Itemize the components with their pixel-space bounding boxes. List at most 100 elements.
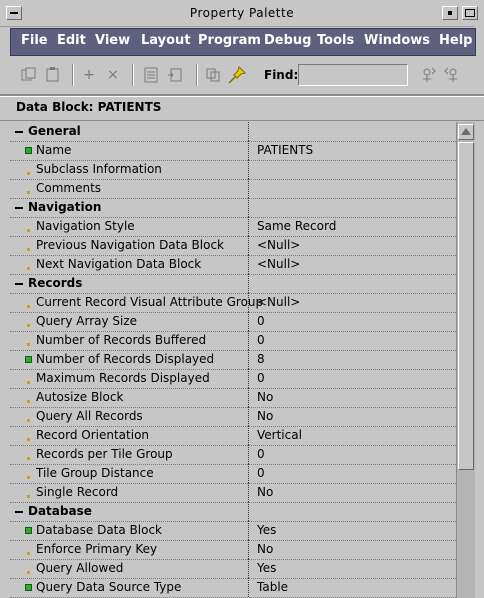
default-marker-icon xyxy=(27,419,30,422)
category-navigation[interactable]: Navigation xyxy=(10,198,456,218)
category-general[interactable]: General xyxy=(10,122,456,142)
category-database[interactable]: Database xyxy=(10,502,456,522)
default-marker-icon xyxy=(27,324,30,327)
category-records[interactable]: Records xyxy=(10,274,456,294)
property-value[interactable]: <Null> xyxy=(257,238,300,252)
menu-file[interactable]: File xyxy=(21,33,48,48)
menu-view[interactable]: View xyxy=(95,33,130,48)
property-class-icon[interactable] xyxy=(142,66,160,84)
add-property-icon[interactable]: + xyxy=(80,66,98,84)
toolbar-separator xyxy=(72,64,74,86)
property-row-next-navigation-data-block[interactable]: Next Navigation Data Block <Null> xyxy=(10,255,456,275)
property-label: Comments xyxy=(36,181,102,195)
collapse-icon[interactable] xyxy=(15,131,23,133)
changed-marker-icon xyxy=(25,527,32,534)
property-row-single-record[interactable]: Single Record No xyxy=(10,483,456,503)
find-forward-icon[interactable] xyxy=(418,66,436,84)
property-value[interactable]: 0 xyxy=(257,371,265,385)
collapse-icon[interactable] xyxy=(15,283,23,285)
name-cell: Enforce Primary Key xyxy=(10,540,249,559)
property-value[interactable]: Table xyxy=(257,580,288,594)
property-row-query-all-records[interactable]: Query All Records No xyxy=(10,407,456,427)
property-value[interactable]: <Null> xyxy=(257,295,300,309)
find-input[interactable] xyxy=(298,64,408,86)
name-cell: Comments xyxy=(10,179,249,198)
property-grid: General Name PATIENTS Subclass Informati… xyxy=(10,122,456,598)
property-row-records-per-tile-group[interactable]: Records per Tile Group 0 xyxy=(10,445,456,465)
property-row-name[interactable]: Name PATIENTS xyxy=(10,141,456,161)
property-label: Autosize Block xyxy=(36,390,124,404)
default-marker-icon xyxy=(27,343,30,346)
property-row-enforce-primary-key[interactable]: Enforce Primary Key No xyxy=(10,540,456,560)
divider xyxy=(0,120,484,121)
property-row-query-data-source-type[interactable]: Query Data Source Type Table xyxy=(10,578,456,598)
default-marker-icon xyxy=(27,571,30,574)
maximize-button[interactable] xyxy=(462,6,478,20)
property-row-number-of-records-displayed[interactable]: Number of Records Displayed 8 xyxy=(10,350,456,370)
property-row-maximum-records-displayed[interactable]: Maximum Records Displayed 0 xyxy=(10,369,456,389)
property-value[interactable]: Yes xyxy=(257,523,276,537)
property-label: Navigation Style xyxy=(36,219,135,233)
property-value[interactable]: Same Record xyxy=(257,219,336,233)
property-value[interactable]: No xyxy=(257,542,273,556)
menu-edit[interactable]: Edit xyxy=(57,33,86,48)
property-value[interactable]: No xyxy=(257,485,273,499)
vertical-scrollbar[interactable] xyxy=(456,122,475,598)
property-value[interactable]: 0 xyxy=(257,447,265,461)
default-marker-icon xyxy=(27,267,30,270)
menu-debug[interactable]: Debug xyxy=(264,33,311,48)
property-row-tile-group-distance[interactable]: Tile Group Distance 0 xyxy=(10,464,456,484)
property-row-record-orientation[interactable]: Record Orientation Vertical xyxy=(10,426,456,446)
name-cell: General xyxy=(10,122,249,141)
freeze-pin-icon[interactable] xyxy=(228,66,246,84)
collapse-icon[interactable] xyxy=(15,511,23,513)
copy-properties-icon[interactable] xyxy=(20,66,38,84)
object-title: Data Block: PATIENTS xyxy=(16,100,162,114)
name-cell: Name xyxy=(10,141,249,160)
name-cell: Records xyxy=(10,274,249,293)
menu-tools[interactable]: Tools xyxy=(317,33,354,48)
inherit-icon[interactable] xyxy=(166,66,184,84)
property-value[interactable]: <Null> xyxy=(257,257,300,271)
default-marker-icon xyxy=(27,381,30,384)
menu-windows[interactable]: Windows xyxy=(364,33,430,48)
property-row-previous-navigation-data-block[interactable]: Previous Navigation Data Block <Null> xyxy=(10,236,456,256)
default-marker-icon xyxy=(27,248,30,251)
property-value[interactable]: No xyxy=(257,409,273,423)
menu-program[interactable]: Program xyxy=(198,33,261,48)
default-marker-icon xyxy=(27,476,30,479)
property-value[interactable]: 0 xyxy=(257,333,265,347)
collapse-icon[interactable] xyxy=(15,207,23,209)
property-row-number-of-records-buffered[interactable]: Number of Records Buffered 0 xyxy=(10,331,456,351)
property-row-current-record-visual-attribute-group[interactable]: Current Record Visual Attribute Group <N… xyxy=(10,293,456,313)
property-label: Record Orientation xyxy=(36,428,150,442)
paste-properties-icon[interactable] xyxy=(44,66,62,84)
default-marker-icon xyxy=(27,172,30,175)
property-row-query-array-size[interactable]: Query Array Size 0 xyxy=(10,312,456,332)
property-value[interactable]: No xyxy=(257,390,273,404)
property-row-navigation-style[interactable]: Navigation Style Same Record xyxy=(10,217,456,237)
menu-layout[interactable]: Layout xyxy=(141,33,191,48)
property-value[interactable]: 8 xyxy=(257,352,265,366)
property-label: Records per Tile Group xyxy=(36,447,173,461)
property-row-subclass-information[interactable]: Subclass Information xyxy=(10,160,456,180)
name-cell: Query Allowed xyxy=(10,559,249,578)
default-marker-icon xyxy=(27,400,30,403)
toolbar-separator xyxy=(196,64,198,86)
find-backward-icon[interactable] xyxy=(444,66,462,84)
property-value[interactable]: Vertical xyxy=(257,428,302,442)
scroll-thumb[interactable] xyxy=(458,142,474,470)
property-row-autosize-block[interactable]: Autosize Block No xyxy=(10,388,456,408)
minimize-button[interactable] xyxy=(442,6,458,20)
delete-property-icon[interactable]: × xyxy=(104,66,122,84)
scroll-up-arrow-icon[interactable] xyxy=(458,124,474,140)
property-row-comments[interactable]: Comments xyxy=(10,179,456,199)
intersection-union-icon[interactable] xyxy=(204,66,222,84)
property-row-database-data-block[interactable]: Database Data Block Yes xyxy=(10,521,456,541)
property-row-query-allowed[interactable]: Query Allowed Yes xyxy=(10,559,456,579)
property-value[interactable]: 0 xyxy=(257,466,265,480)
property-value[interactable]: PATIENTS xyxy=(257,143,313,157)
menu-help[interactable]: Help xyxy=(439,33,472,48)
property-value[interactable]: Yes xyxy=(257,561,276,575)
property-value[interactable]: 0 xyxy=(257,314,265,328)
